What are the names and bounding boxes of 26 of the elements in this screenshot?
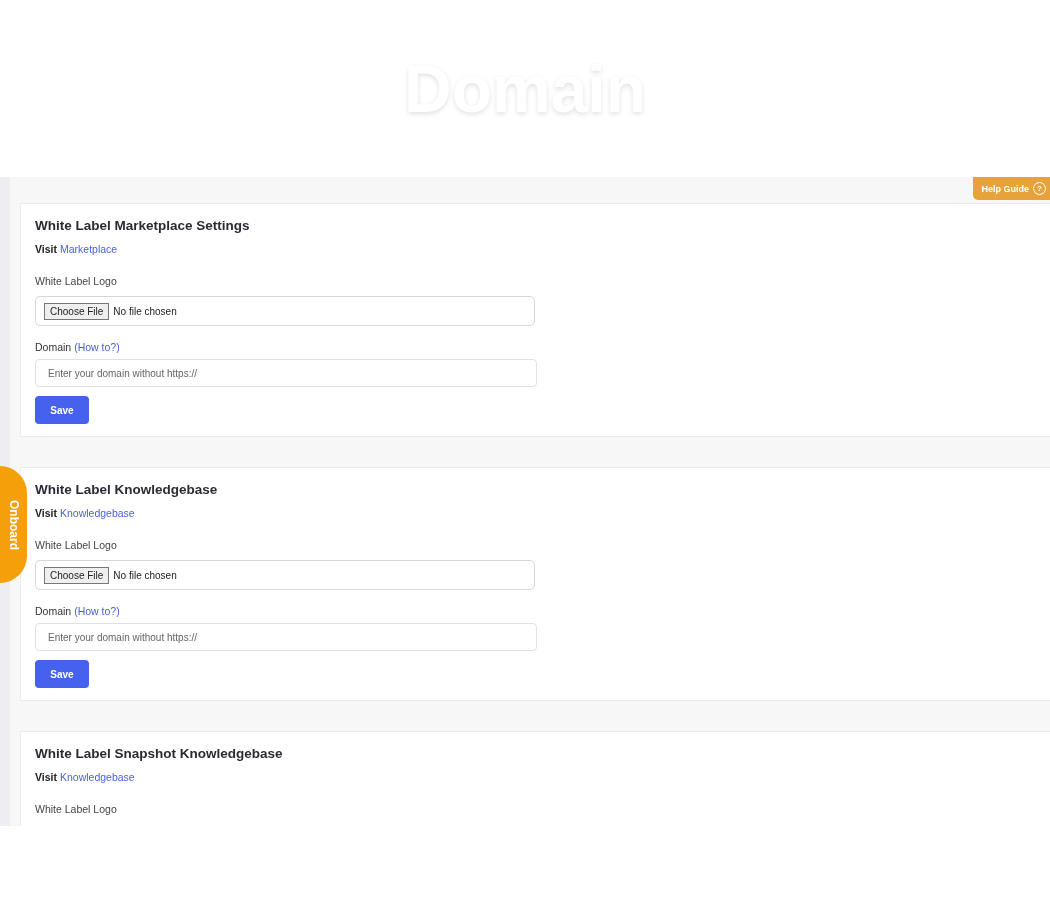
field-label: Domain <box>35 605 72 617</box>
section-title: White Label Knowledgebase <box>35 482 219 497</box>
choose-file-button[interactable]: Choose File <box>44 302 110 320</box>
visit-label: Visit <box>35 243 57 255</box>
file-status: No file chosen <box>113 305 177 317</box>
choose-file-button[interactable]: Choose File <box>44 566 110 584</box>
section-title: White Label Marketplace Settings <box>35 218 251 233</box>
file-input-field[interactable]: Choose File No file chosen <box>35 296 535 326</box>
section-title: White Label Snapshot Knowledgebase <box>35 746 284 761</box>
file-input-field[interactable]: Choose File No file chosen <box>35 560 535 590</box>
domain-input-field[interactable]: Enter your domain without https:// <box>35 623 537 651</box>
visit-link[interactable]: Knowledgebase <box>60 771 135 783</box>
how-to-link[interactable]: (How to?) <box>74 341 120 353</box>
visit-label: Visit <box>35 771 57 783</box>
visit-link[interactable]: Marketplace <box>60 243 118 255</box>
save-button[interactable]: Save <box>35 660 89 688</box>
visit-label: Visit <box>35 507 57 519</box>
field-label: White Label Logo <box>35 275 118 287</box>
visit-link[interactable]: Knowledgebase <box>60 507 135 519</box>
field-label: White Label Logo <box>35 539 118 551</box>
file-status: No file chosen <box>113 569 177 581</box>
how-to-link[interactable]: (How to?) <box>74 605 120 617</box>
save-button[interactable]: Save <box>35 396 89 424</box>
field-label: Domain <box>35 341 72 353</box>
field-label: White Label Logo <box>35 803 118 815</box>
domain-input-field[interactable]: Enter your domain without https:// <box>35 359 537 387</box>
